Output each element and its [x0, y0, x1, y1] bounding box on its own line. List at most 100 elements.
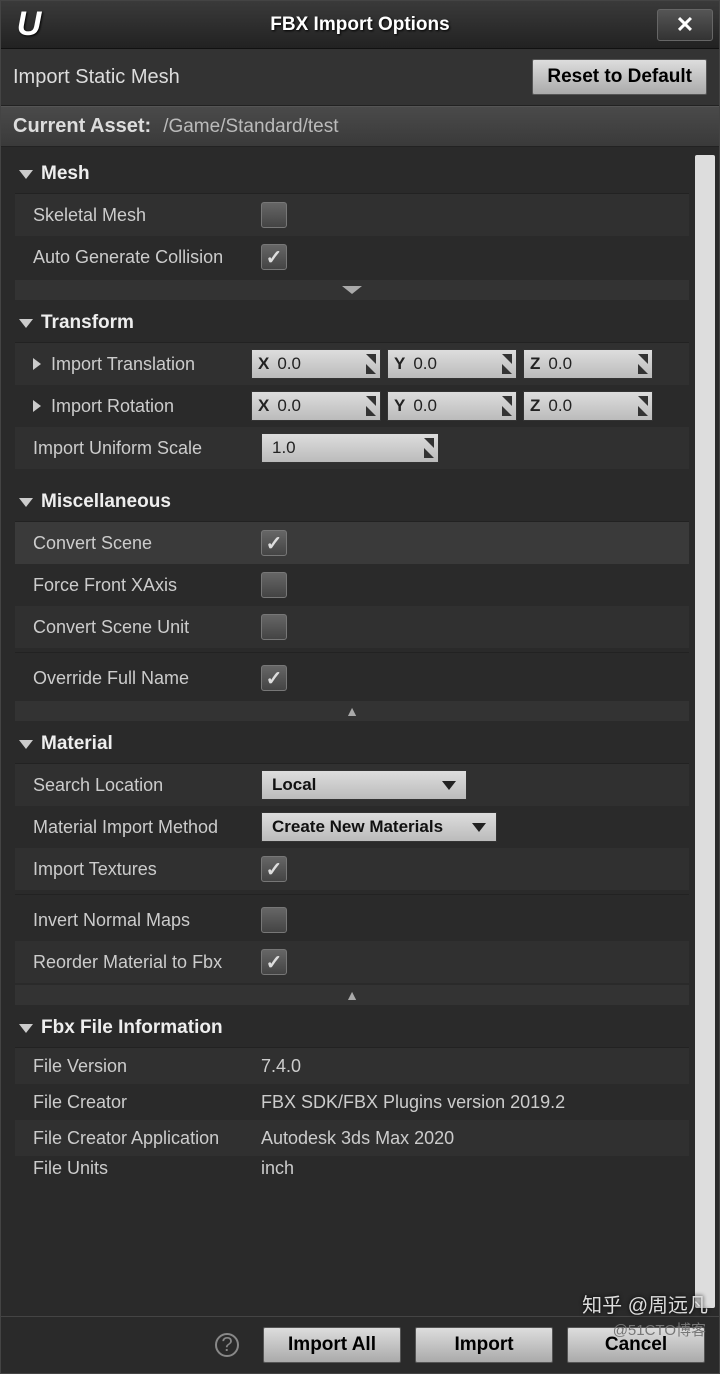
expand-icon: [19, 1024, 33, 1033]
row-import-rotation: Import Rotation X0.0 Y0.0 Z0.0: [15, 385, 689, 427]
section-title-transform: Transform: [41, 312, 134, 334]
check-icon: ✓: [266, 857, 283, 882]
import-button[interactable]: Import: [415, 1327, 553, 1363]
spinner-icon: [502, 396, 512, 406]
label-uniform-scale: Import Uniform Scale: [33, 438, 261, 459]
spinner-icon: [502, 354, 512, 364]
label-force-front-xaxis: Force Front XAxis: [33, 575, 261, 596]
value-file-version: 7.4.0: [261, 1056, 301, 1077]
dropdown-search-location[interactable]: Local: [261, 770, 467, 800]
row-reorder-material: Reorder Material to Fbx ✓: [15, 941, 689, 983]
reset-to-default-button[interactable]: Reset to Default: [532, 59, 707, 95]
check-icon: ✓: [266, 531, 283, 556]
label-import-translation: Import Translation: [51, 354, 251, 375]
collapse-bar-material[interactable]: ▲: [15, 985, 689, 1005]
vector-rotation: X0.0 Y0.0 Z0.0: [251, 391, 653, 421]
row-uniform-scale: Import Uniform Scale 1.0: [15, 427, 689, 469]
section-title-fileinfo: Fbx File Information: [41, 1017, 223, 1039]
row-material-import-method: Material Import Method Create New Materi…: [15, 806, 689, 848]
watermark-51cto: @51CTO博客: [613, 1319, 706, 1340]
content-area: Mesh Skeletal Mesh Auto Generate Collisi…: [1, 147, 719, 1316]
input-translation-y[interactable]: Y0.0: [387, 349, 517, 379]
scroll-area: Mesh Skeletal Mesh Auto Generate Collisi…: [1, 147, 695, 1316]
label-file-creator-app: File Creator Application: [33, 1128, 261, 1149]
spinner-icon: [638, 396, 648, 406]
expand-right-icon[interactable]: [33, 400, 41, 412]
row-convert-scene: Convert Scene ✓: [15, 522, 689, 564]
input-translation-z[interactable]: Z0.0: [523, 349, 653, 379]
input-rotation-y[interactable]: Y0.0: [387, 391, 517, 421]
help-icon[interactable]: ?: [215, 1333, 239, 1357]
dropdown-arrow-icon: [442, 781, 456, 790]
row-force-front-xaxis: Force Front XAxis: [15, 564, 689, 606]
row-convert-scene-unit: Convert Scene Unit: [15, 606, 689, 648]
label-file-version: File Version: [33, 1056, 261, 1077]
row-file-creator: File Creator FBX SDK/FBX Plugins version…: [15, 1084, 689, 1120]
checkbox-skeletal-mesh[interactable]: [261, 202, 287, 228]
spinner-icon: [638, 354, 648, 364]
checkbox-import-textures[interactable]: ✓: [261, 856, 287, 882]
scrollbar[interactable]: [695, 155, 715, 1308]
unreal-logo-icon: U: [9, 5, 49, 45]
label-auto-collision: Auto Generate Collision: [33, 247, 261, 268]
checkbox-force-front-xaxis[interactable]: [261, 572, 287, 598]
checkbox-auto-collision[interactable]: ✓: [261, 244, 287, 270]
row-file-creator-app: File Creator Application Autodesk 3ds Ma…: [15, 1120, 689, 1156]
value-file-creator: FBX SDK/FBX Plugins version 2019.2: [261, 1092, 565, 1113]
value-file-creator-app: Autodesk 3ds Max 2020: [261, 1128, 454, 1149]
row-auto-collision: Auto Generate Collision ✓: [15, 236, 689, 278]
close-icon: ✕: [676, 12, 694, 38]
section-title-mesh: Mesh: [41, 163, 90, 185]
row-import-translation: Import Translation X0.0 Y0.0 Z0.0: [15, 343, 689, 385]
label-convert-scene: Convert Scene: [33, 533, 261, 554]
spinner-icon: [366, 354, 376, 364]
label-import-textures: Import Textures: [33, 859, 261, 880]
dropdown-material-import-method[interactable]: Create New Materials: [261, 812, 497, 842]
input-uniform-scale[interactable]: 1.0: [261, 433, 439, 463]
header-bar: Import Static Mesh Reset to Default: [1, 49, 719, 106]
section-header-material[interactable]: Material: [15, 723, 689, 764]
section-header-mesh[interactable]: Mesh: [15, 153, 689, 194]
checkbox-override-full-name[interactable]: ✓: [261, 665, 287, 691]
row-skeletal-mesh: Skeletal Mesh: [15, 194, 689, 236]
section-title-material: Material: [41, 733, 113, 755]
input-rotation-z[interactable]: Z0.0: [523, 391, 653, 421]
check-icon: ✓: [266, 666, 283, 691]
chevron-down-icon: [342, 286, 362, 294]
label-convert-scene-unit: Convert Scene Unit: [33, 617, 261, 638]
label-import-rotation: Import Rotation: [51, 396, 251, 417]
expand-right-icon[interactable]: [33, 358, 41, 370]
title-bar: U FBX Import Options ✕: [1, 1, 719, 49]
spinner-icon: [424, 438, 434, 448]
label-skeletal-mesh: Skeletal Mesh: [33, 205, 261, 226]
check-icon: ✓: [266, 245, 283, 270]
value-file-units: inch: [261, 1158, 294, 1179]
row-import-textures: Import Textures ✓: [15, 848, 689, 890]
row-file-version: File Version 7.4.0: [15, 1048, 689, 1084]
input-translation-x[interactable]: X0.0: [251, 349, 381, 379]
checkbox-convert-scene[interactable]: ✓: [261, 530, 287, 556]
section-header-misc[interactable]: Miscellaneous: [15, 481, 689, 522]
vector-translation: X0.0 Y0.0 Z0.0: [251, 349, 653, 379]
checkbox-reorder-material[interactable]: ✓: [261, 949, 287, 975]
expand-icon: [19, 740, 33, 749]
checkbox-convert-scene-unit[interactable]: [261, 614, 287, 640]
footer: ? Import All Import Cancel: [1, 1316, 719, 1373]
section-header-fileinfo[interactable]: Fbx File Information: [15, 1007, 689, 1048]
import-all-button[interactable]: Import All: [263, 1327, 401, 1363]
expand-icon: [19, 319, 33, 328]
window-title: FBX Import Options: [1, 14, 719, 36]
expand-bar-mesh[interactable]: [15, 280, 689, 300]
row-search-location: Search Location Local: [15, 764, 689, 806]
current-asset-bar: Current Asset: /Game/Standard/test: [1, 106, 719, 147]
row-file-units: File Units inch: [15, 1156, 689, 1181]
checkbox-invert-normal-maps[interactable]: [261, 907, 287, 933]
label-file-creator: File Creator: [33, 1092, 261, 1113]
collapse-bar-misc[interactable]: ▲: [15, 701, 689, 721]
section-header-transform[interactable]: Transform: [15, 302, 689, 343]
label-reorder-material: Reorder Material to Fbx: [33, 952, 261, 973]
close-button[interactable]: ✕: [657, 9, 713, 41]
label-search-location: Search Location: [33, 775, 261, 796]
row-invert-normal-maps: Invert Normal Maps: [15, 899, 689, 941]
input-rotation-x[interactable]: X0.0: [251, 391, 381, 421]
